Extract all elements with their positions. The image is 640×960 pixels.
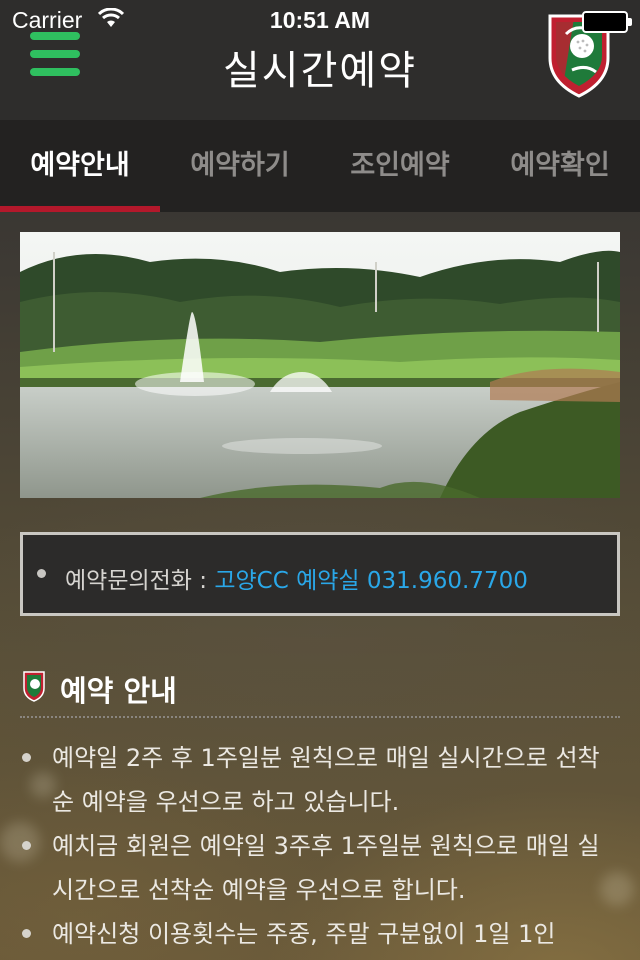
tab-check-reservation[interactable]: 예약확인 (480, 120, 640, 212)
tab-reservation-info[interactable]: 예약안내 (0, 120, 160, 212)
contact-label: 예약문의전화 : (65, 568, 215, 594)
list-item-text: 예치금 회원은 예약일 3주후 1주일분 원칙으로 매일 실시간으로 선착순 예… (52, 832, 600, 904)
tab-make-reservation[interactable]: 예약하기 (160, 120, 320, 212)
contact-info-box: 예약문의전화 : 고양CC 예약실 031.960.7700 (20, 532, 620, 616)
list-item: 예약신청 이용횟수는 주중, 주말 구분없이 1일 1인 (20, 912, 620, 956)
page-title: 실시간예약 (223, 48, 417, 94)
phone-link[interactable]: 고양CC 예약실 031.960.7700 (214, 568, 528, 594)
contact-line: 예약문의전화 : 고양CC 예약실 031.960.7700 (65, 561, 528, 595)
bullet-icon (22, 841, 31, 850)
battery-icon (582, 11, 632, 33)
bullet-icon (22, 753, 31, 762)
section-title: 예약 안내 (60, 674, 177, 708)
bullet-icon (22, 929, 31, 938)
list-item-text: 예약신청 이용횟수는 주중, 주말 구분없이 1일 1인 (52, 920, 556, 948)
list-item-text: 예약일 2주 후 1주일분 원칙으로 매일 실시간으로 선착순 예약을 우선으로… (52, 744, 600, 816)
bullet-icon (37, 569, 46, 578)
list-item: 예치금 회원은 예약일 3주후 1주일분 원칙으로 매일 실시간으로 선착순 예… (20, 824, 620, 912)
tab-bar: 예약안내 예약하기 조인예약 예약확인 (0, 120, 640, 212)
reservation-info-list: 예약일 2주 후 1주일분 원칙으로 매일 실시간으로 선착순 예약을 우선으로… (20, 736, 620, 956)
list-item: 예약일 2주 후 1주일분 원칙으로 매일 실시간으로 선착순 예약을 우선으로… (20, 736, 620, 824)
golf-course-photo (20, 232, 620, 498)
status-bar: Carrier 10:51 AM (0, 0, 640, 40)
section-divider (20, 716, 620, 718)
clock: 10:51 AM (269, 7, 371, 33)
active-tab-indicator (0, 206, 160, 212)
golf-club-logo-icon (23, 671, 45, 702)
tab-join-reservation[interactable]: 조인예약 (320, 120, 480, 212)
